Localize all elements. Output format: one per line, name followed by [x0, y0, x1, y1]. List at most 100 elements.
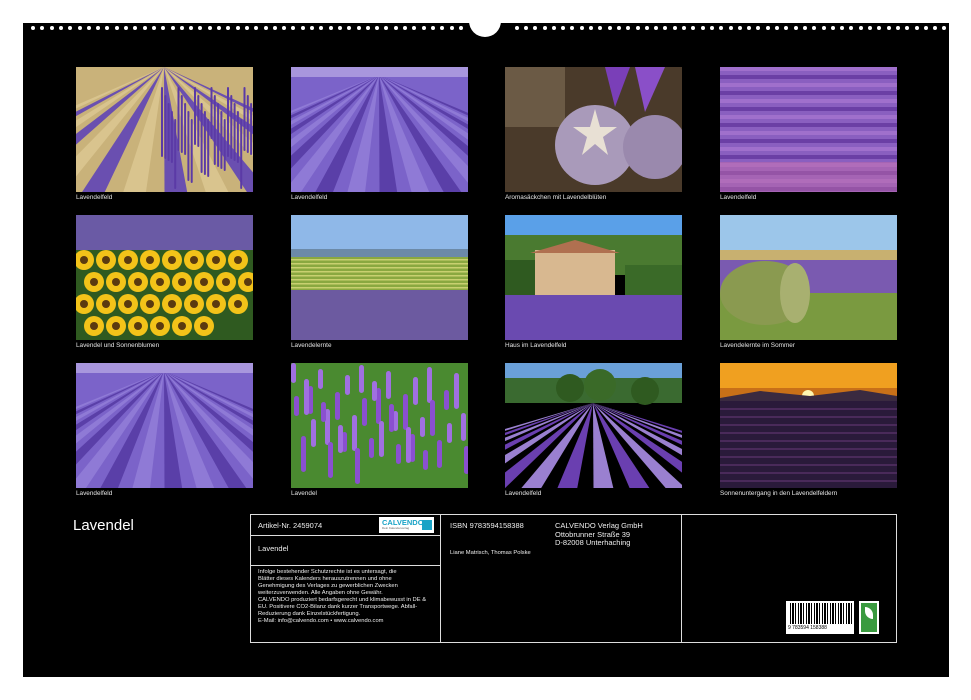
binding-hole — [226, 26, 231, 30]
lavender-closeup-photo — [76, 67, 253, 192]
binding-hole — [133, 26, 138, 30]
binding-hole — [198, 26, 203, 30]
binding-hole — [337, 26, 342, 30]
binding-hole — [244, 26, 249, 30]
binding-hole — [77, 26, 82, 30]
binding-hole — [868, 26, 872, 30]
binding-hole — [365, 26, 370, 30]
lavender-rows-photo — [291, 67, 468, 192]
binding-hole — [626, 26, 631, 30]
binding-hole — [793, 26, 798, 30]
binding-hole — [421, 26, 426, 30]
binding-hole — [849, 26, 854, 30]
binding-hole — [663, 26, 668, 30]
eco-label-icon — [859, 601, 879, 634]
sunset-photo — [720, 363, 897, 488]
photo-caption: Lavendelfeld — [76, 490, 113, 497]
binding-hole — [207, 26, 212, 30]
barcode: 9 783594 158388 — [786, 601, 854, 634]
binding-hole — [589, 26, 593, 30]
binding-hole — [170, 26, 175, 30]
binding-hole — [682, 26, 686, 30]
binding-hole — [105, 26, 110, 30]
lavender-flowers-photo — [291, 363, 468, 488]
binding-hole — [31, 26, 35, 30]
lavender-rows-photo — [76, 363, 253, 488]
photo-caption: Lavendelfeld — [76, 194, 113, 201]
binding-hole — [310, 26, 314, 30]
binding-hole — [533, 26, 538, 30]
binding-hole — [458, 26, 463, 30]
authors: Liane Matrisch, Thomas Polske — [450, 550, 531, 556]
calendar-back-cover: Lavendelfeld Lavendelfeld Aromasäckchen m… — [23, 9, 949, 677]
lavender-trees-photo — [505, 363, 682, 488]
binding-hole — [747, 26, 752, 30]
binding-hole — [561, 26, 566, 30]
photo-caption: Aromasäckchen mit Lavendelblüten — [505, 194, 607, 201]
binding-hole — [282, 26, 287, 30]
binding-hole — [58, 26, 63, 30]
binding-hole — [68, 26, 73, 30]
photo-caption: Lavendelfeld — [720, 194, 757, 201]
farmhouse-photo — [505, 215, 682, 340]
binding-hole — [254, 26, 259, 30]
binding-hole — [579, 26, 584, 30]
photo-caption: Sonnenuntergang in den Lavendelfeldern — [720, 490, 838, 497]
binding-hole — [858, 26, 863, 30]
binding-hole — [895, 26, 900, 30]
info-box: Artikel-Nr. 2459074 CALVENDO Dein Kalend… — [250, 514, 897, 643]
binding-hole — [728, 26, 733, 30]
legal-text: Infolge bestehender Schutzrechte ist es … — [258, 569, 427, 624]
product-title: Lavendel — [258, 544, 289, 553]
binding-hole — [272, 26, 277, 30]
binding-hole — [654, 26, 659, 30]
harvest-field-photo — [291, 215, 468, 340]
binding-hole — [644, 26, 649, 30]
binding-hole — [319, 26, 324, 30]
binding-hole — [291, 26, 296, 30]
binding-hole — [412, 26, 417, 30]
binding-hole — [384, 26, 389, 30]
binding-hole — [542, 26, 547, 30]
binding-hole — [607, 26, 612, 30]
binding-hole — [514, 26, 519, 30]
binding-hole — [96, 26, 101, 30]
binding-hole — [403, 26, 407, 30]
binding-hole — [235, 26, 240, 30]
binding-hole — [756, 26, 761, 30]
binding-hole — [430, 26, 435, 30]
binding-hole — [672, 26, 677, 30]
binding-hole — [570, 26, 575, 30]
calvendo-logo: CALVENDO Dein Kalenderverlag — [379, 517, 434, 533]
binding-hole — [449, 26, 454, 30]
binding-hole — [440, 26, 445, 30]
binding-hole — [775, 26, 779, 30]
binding-hole — [142, 26, 147, 30]
publisher-address: CALVENDO Verlag GmbH Ottobrunner Straße … — [555, 521, 643, 547]
binding-hole — [923, 26, 928, 30]
binding-hole — [375, 26, 380, 30]
binding-hole — [691, 26, 696, 30]
cover-title: Lavendel — [73, 517, 134, 534]
binding-hole — [635, 26, 640, 30]
hay-bale-photo — [720, 215, 897, 340]
binding-hole — [821, 26, 826, 30]
binding-hole — [263, 26, 268, 30]
binding-hole — [700, 26, 705, 30]
lavender-field-photo — [720, 67, 897, 192]
binding-hole — [830, 26, 835, 30]
photo-caption: Lavendel — [291, 490, 317, 497]
binding-hole — [914, 26, 919, 30]
binding-hole — [347, 26, 352, 30]
binding-hole — [616, 26, 621, 30]
article-number: Artikel-Nr. 2459074 — [258, 521, 323, 530]
binding-hole — [217, 26, 221, 30]
binding-hole — [40, 26, 45, 30]
binding-hole — [551, 26, 556, 30]
binding-hole — [709, 26, 714, 30]
logo-mark-icon — [422, 520, 432, 530]
binding-hole — [86, 26, 91, 30]
photo-caption: Lavendelfeld — [505, 490, 542, 497]
binding-hole — [784, 26, 789, 30]
binding-hole — [905, 26, 910, 30]
